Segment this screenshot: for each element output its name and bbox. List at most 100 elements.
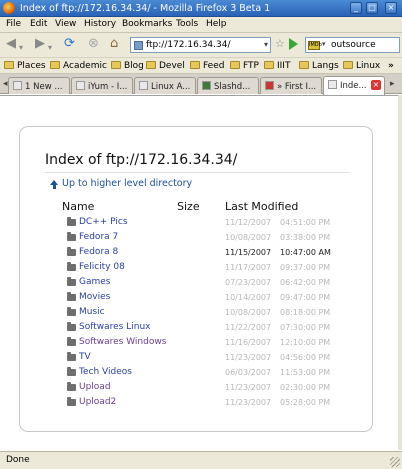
folder-icon — [67, 277, 76, 286]
folder-icon — [67, 307, 76, 316]
page-icon — [13, 81, 22, 90]
bookmark-star-icon[interactable]: ☆ — [275, 37, 285, 50]
modified-date: 11/23/2007 — [225, 398, 272, 407]
menu-help[interactable]: Help — [206, 19, 227, 29]
modified-date: 11/12/2007 — [225, 218, 272, 227]
minimize-icon[interactable]: _ — [350, 2, 362, 14]
directory-link[interactable]: Upload — [79, 382, 111, 392]
folder-icon — [67, 382, 76, 391]
navigation-toolbar: ◀ ▾ ▶ ▾ ⟳ ⊗ ⌂ ftp://172.16.34.34/ ▾ ☆ IM… — [0, 33, 402, 57]
url-field[interactable]: ftp://172.16.34.34/ ▾ — [130, 37, 271, 53]
directory-link[interactable]: DC++ Pics — [79, 217, 128, 227]
folder-icon — [67, 232, 76, 241]
bookmark-academic[interactable]: Academic — [50, 61, 107, 71]
page-heading: Index of ftp://172.16.34.34/ — [45, 152, 238, 168]
forward-icon[interactable]: ▶ — [35, 37, 45, 51]
up-directory-link[interactable]: Up to higher level directory — [50, 178, 192, 189]
bookmark-langs[interactable]: Langs — [299, 61, 339, 71]
directory-link[interactable]: Movies — [79, 292, 110, 302]
bookmark-feed[interactable]: Feed — [190, 61, 224, 71]
directory-link[interactable]: TV — [79, 352, 91, 362]
modified-time: 11:53:00 PM — [280, 368, 331, 377]
back-icon[interactable]: ◀ — [6, 37, 16, 51]
tab-2[interactable]: iYum - I... — [71, 77, 133, 94]
modified-time: 04:56:00 PM — [280, 353, 331, 362]
tab-1[interactable]: 1 New ... — [8, 77, 70, 94]
bookmark-ftp[interactable]: FTP — [230, 61, 259, 71]
menu-edit[interactable]: Edit — [30, 19, 47, 29]
bookmark-linux[interactable]: Linux — [343, 61, 380, 71]
tab-4[interactable]: Slashd... — [197, 77, 259, 94]
search-engine-dropdown-icon[interactable]: ▾ — [322, 40, 326, 48]
directory-link[interactable]: Fedora 8 — [79, 247, 118, 257]
search-engine-icon[interactable]: IMDb — [308, 41, 322, 50]
bookmark-devel[interactable]: Devel — [146, 61, 185, 71]
up-arrow-icon — [50, 180, 58, 189]
close-icon[interactable]: × — [385, 2, 397, 14]
close-tab-icon[interactable]: × — [371, 80, 381, 90]
directory-link[interactable]: Felicity 08 — [79, 262, 125, 272]
tab-strip: ◂ 1 New ... iYum - I... Linux A... Slash… — [0, 74, 402, 95]
tab-5[interactable]: » First I... — [260, 77, 322, 94]
column-header-name[interactable]: Name — [62, 200, 94, 213]
table-row: Upload 11/23/2007 02:30:00 PM — [0, 382, 402, 397]
directory-link[interactable]: Games — [79, 277, 110, 287]
table-row: Fedora 7 10/08/2007 03:38:00 PM — [0, 232, 402, 247]
modified-time: 09:47:00 PM — [280, 293, 331, 302]
table-row: Music 10/08/2007 08:18:00 PM — [0, 307, 402, 322]
directory-link[interactable]: Fedora 7 — [79, 232, 118, 242]
bookmark-places[interactable]: Places — [4, 61, 46, 71]
heading-divider — [45, 172, 350, 173]
bookmarks-toolbar: Places Academic Blog Devel Feed FTP IIIT… — [0, 57, 402, 74]
modified-time: 05:28:00 PM — [280, 398, 331, 407]
folder-icon — [111, 61, 121, 69]
scroll-tabs-right-icon[interactable]: ▸ — [390, 79, 395, 89]
menu-bar: File Edit View History Bookmarks Tools H… — [0, 17, 402, 33]
status-bar: Done — [0, 451, 402, 469]
modified-time: 02:30:00 PM — [280, 383, 331, 392]
search-text[interactable]: outsource — [331, 40, 376, 50]
firefox-icon[interactable] — [3, 2, 15, 14]
modified-date: 06/03/2007 — [225, 368, 272, 377]
home-icon[interactable]: ⌂ — [110, 37, 118, 51]
menu-bookmarks[interactable]: Bookmarks — [122, 19, 172, 29]
folder-icon — [264, 61, 274, 69]
menu-file[interactable]: File — [6, 19, 21, 29]
back-dropdown-icon[interactable]: ▾ — [19, 41, 23, 55]
directory-link[interactable]: Tech Videos — [79, 367, 132, 377]
url-text[interactable]: ftp://172.16.34.34/ — [146, 40, 231, 50]
go-icon[interactable] — [289, 38, 298, 50]
menu-tools[interactable]: Tools — [176, 19, 198, 29]
bookmark-iiit[interactable]: IIIT — [264, 61, 290, 71]
resize-grip-icon[interactable] — [390, 457, 400, 467]
modified-time: 04:51:00 PM — [280, 218, 331, 227]
search-field[interactable]: IMDb ▾ outsource — [305, 37, 400, 53]
bookmark-blog[interactable]: Blog — [111, 61, 144, 71]
url-dropdown-icon[interactable]: ▾ — [264, 40, 268, 49]
modified-time: 07:30:00 PM — [280, 323, 331, 332]
tab-6-active[interactable]: Inde... × — [323, 76, 385, 95]
reload-icon[interactable]: ⟳ — [64, 37, 75, 51]
tab-3[interactable]: Linux A... — [134, 77, 196, 94]
folder-icon — [67, 247, 76, 256]
window-title: Index of ftp://172.16.34.34/ - Mozilla F… — [20, 3, 271, 14]
table-row: Fedora 8 11/15/2007 10:47:00 AM — [0, 247, 402, 262]
menu-history[interactable]: History — [84, 19, 116, 29]
directory-link[interactable]: Upload2 — [79, 397, 116, 407]
column-header-size[interactable]: Size — [177, 200, 200, 213]
maximize-icon[interactable]: □ — [366, 2, 378, 14]
column-header-last-modified[interactable]: Last Modified — [225, 200, 298, 213]
bookmarks-overflow-button[interactable]: » — [388, 61, 394, 71]
menu-view[interactable]: View — [55, 19, 76, 29]
scroll-tabs-left-icon[interactable]: ◂ — [3, 79, 8, 89]
folder-icon — [67, 322, 76, 331]
folder-icon — [67, 217, 76, 226]
modified-date: 10/08/2007 — [225, 233, 272, 242]
directory-link[interactable]: Softwares Windows — [79, 337, 166, 347]
directory-link[interactable]: Music — [79, 307, 105, 317]
modified-date: 11/16/2007 — [225, 338, 272, 347]
page-icon — [76, 81, 85, 90]
stop-icon[interactable]: ⊗ — [88, 37, 99, 51]
directory-link[interactable]: Softwares Linux — [79, 322, 150, 332]
forward-dropdown-icon[interactable]: ▾ — [48, 41, 52, 55]
